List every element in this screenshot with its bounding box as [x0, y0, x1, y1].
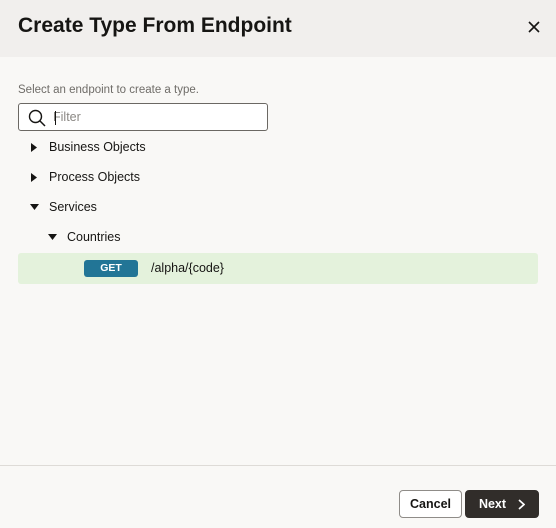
collapse-triangle-icon[interactable]: [46, 231, 58, 243]
endpoint-row-selected[interactable]: GET /alpha/{code}: [18, 253, 538, 284]
dialog-header: Create Type From Endpoint: [0, 0, 556, 57]
cancel-label: Cancel: [410, 497, 451, 511]
tree-item-label: Services: [49, 200, 97, 214]
tree-item-countries[interactable]: Countries: [46, 222, 121, 252]
tree-item-business-objects[interactable]: Business Objects: [28, 132, 146, 162]
footer-divider: [0, 465, 556, 466]
search-icon: [28, 109, 46, 127]
instruction-text: Select an endpoint to create a type.: [18, 84, 199, 96]
tree-item-services[interactable]: Services: [28, 192, 97, 222]
dialog-title: Create Type From Endpoint: [18, 14, 292, 37]
close-button[interactable]: [520, 13, 548, 41]
tree-item-label: Business Objects: [49, 140, 146, 154]
create-type-dialog: Create Type From Endpoint Select an endp…: [0, 0, 556, 528]
tree-item-label: Countries: [67, 230, 121, 244]
tree-item-process-objects[interactable]: Process Objects: [28, 162, 140, 192]
collapse-triangle-icon[interactable]: [28, 201, 40, 213]
tree-item-label: Process Objects: [49, 170, 141, 184]
text-cursor: [55, 111, 56, 125]
filter-input[interactable]: [53, 107, 261, 127]
chevron-right-icon: [518, 498, 526, 510]
http-method-badge: GET: [84, 260, 138, 277]
next-button[interactable]: Next: [465, 490, 539, 518]
endpoint-path: /alpha/{code}: [151, 261, 224, 275]
cancel-button[interactable]: Cancel: [399, 490, 462, 518]
close-icon: [528, 21, 540, 33]
next-label: Next: [478, 497, 507, 511]
expand-triangle-icon[interactable]: [28, 171, 40, 183]
filter-field[interactable]: [18, 103, 268, 131]
expand-triangle-icon[interactable]: [28, 141, 40, 153]
